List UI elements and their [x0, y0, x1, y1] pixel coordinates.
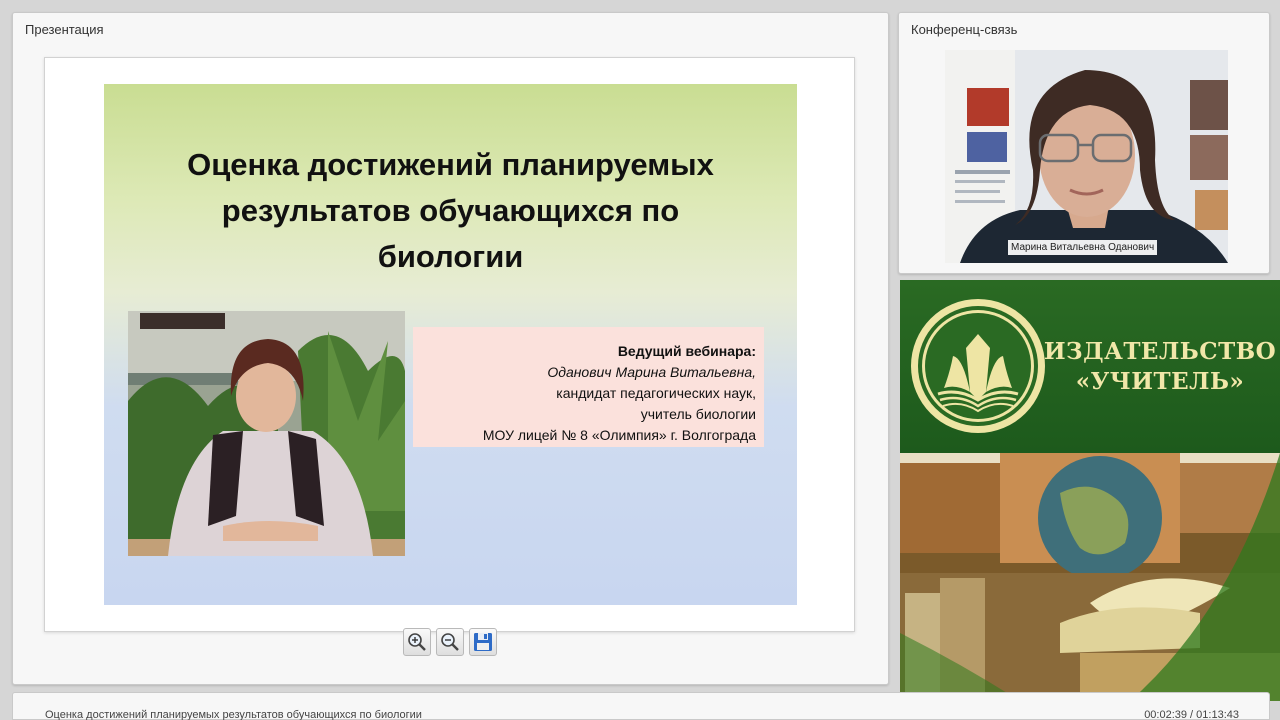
slide-title-line: результатов обучающихся по	[221, 193, 680, 228]
slide-frame: Оценка достижений планируемых результато…	[44, 57, 855, 632]
host-info-box: Ведущий вебинара: Оданович Марина Виталь…	[413, 327, 764, 447]
status-bar: Оценка достижений планируемых результато…	[12, 692, 1270, 720]
banner-header: ИЗДАТЕЛЬСТВО «УЧИТЕЛЬ»	[900, 280, 1280, 453]
banner-image	[900, 453, 1280, 701]
host-degree: кандидат педагогических наук,	[556, 385, 756, 401]
save-icon	[474, 633, 492, 651]
publisher-name-line: «УЧИТЕЛЬ»	[1075, 368, 1245, 395]
publisher-banner: ИЗДАТЕЛЬСТВО «УЧИТЕЛЬ»	[900, 280, 1280, 701]
publisher-name: ИЗДАТЕЛЬСТВО «УЧИТЕЛЬ»	[1040, 337, 1280, 397]
slide-title-line: биологии	[377, 239, 524, 274]
publisher-name-line: ИЗДАТЕЛЬСТВО	[1043, 338, 1277, 365]
save-button[interactable]	[469, 628, 497, 656]
presentation-panel: Презентация Оценка достижений планируемы…	[12, 12, 889, 685]
video-stream[interactable]: Марина Витальевна Оданович	[945, 50, 1228, 263]
host-school: МОУ лицей № 8 «Олимпия» г. Волгограда	[482, 427, 756, 443]
zoom-in-icon	[408, 633, 426, 651]
video-panel-title: Конференц-связь	[911, 22, 1018, 37]
host-photo	[128, 311, 405, 556]
zoom-out-icon	[441, 633, 459, 651]
host-position: учитель биологии	[640, 406, 756, 422]
slide-title-line: Оценка достижений планируемых	[187, 147, 714, 182]
participant-name-label: Марина Витальевна Оданович	[1008, 240, 1158, 255]
slide: Оценка достижений планируемых результато…	[104, 84, 797, 605]
slide-title: Оценка достижений планируемых результато…	[124, 142, 777, 280]
video-conference-panel: Конференц-связь Марина Витальевна Оданов…	[898, 12, 1270, 274]
zoom-out-button[interactable]	[436, 628, 464, 656]
host-heading: Ведущий вебинара:	[617, 343, 756, 359]
playback-time: 00:02:39 / 01:13:43	[1144, 709, 1239, 720]
host-name: Оданович Марина Витальевна,	[547, 364, 756, 380]
presentation-panel-title: Презентация	[25, 22, 104, 37]
zoom-in-button[interactable]	[403, 628, 431, 656]
webinar-title: Оценка достижений планируемых результато…	[45, 709, 422, 720]
open-book-logo-icon	[911, 299, 1045, 433]
